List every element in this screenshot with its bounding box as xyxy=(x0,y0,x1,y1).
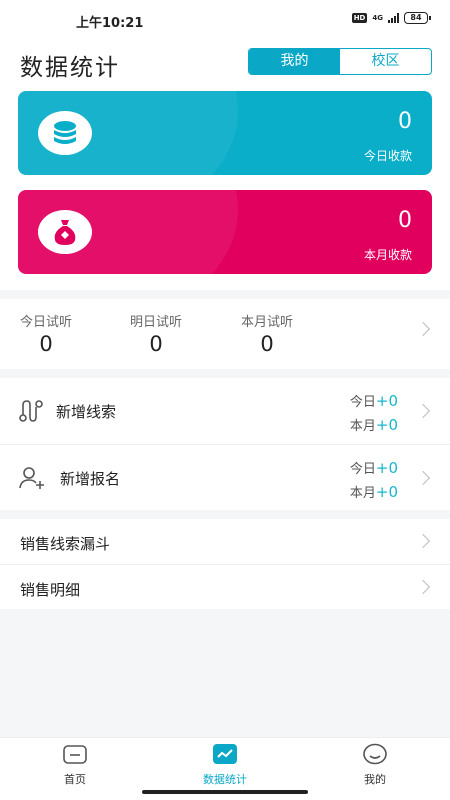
trial-tomorrow-value: 0 xyxy=(149,332,163,356)
new-leads-month-value: +0 xyxy=(375,416,398,434)
new-leads-row[interactable]: 新增线索 今日+0 本月+0 xyxy=(0,378,450,444)
hd-icon: HD xyxy=(351,13,368,23)
new-leads-today: 今日+0 xyxy=(350,391,398,410)
month-label: 本月 xyxy=(349,419,376,434)
trial-today-label: 今日试听 xyxy=(20,315,73,330)
new-enrollment-today-value: +0 xyxy=(375,459,398,477)
status-icons: HD 4G 84 xyxy=(351,12,431,24)
home-indicator xyxy=(142,790,308,794)
add-user-icon xyxy=(18,466,46,494)
sales-menu: 销售线索漏斗 销售明细 xyxy=(0,519,450,609)
coin-stack-icon xyxy=(38,111,92,155)
tab-statistics[interactable]: 数据统计 xyxy=(185,743,265,787)
month-income-amount: 0 xyxy=(398,208,412,233)
month-label: 本月 xyxy=(349,486,376,501)
trial-month-label: 本月试听 xyxy=(241,315,294,330)
top-panel: 上午10:21 HD 4G 84 数据统计 我的 校区 0 今日收款 0 本月收… xyxy=(0,0,450,290)
today-income-label: 今日收款 xyxy=(363,149,412,163)
trial-month: 本月试听 0 xyxy=(241,311,293,356)
menu-sales-detail[interactable]: 销售明细 xyxy=(0,564,450,609)
tab-home[interactable]: 首页 xyxy=(35,743,115,787)
status-bar: 上午10:21 HD 4G 84 xyxy=(0,0,450,40)
trial-stats[interactable]: 今日试听 0 明日试听 0 本月试听 0 xyxy=(0,299,450,369)
trial-tomorrow-label: 明日试听 xyxy=(130,315,183,330)
chevron-right-icon xyxy=(415,403,431,419)
page-title: 数据统计 xyxy=(20,55,120,81)
chevron-right-icon xyxy=(415,579,431,595)
trial-today: 今日试听 0 xyxy=(20,311,72,356)
trial-month-value: 0 xyxy=(260,332,274,356)
tab-statistics-label: 数据统计 xyxy=(203,773,247,786)
tab-mine-label: 我的 xyxy=(364,773,386,786)
network-icon: 4G xyxy=(372,13,383,22)
lead-stats: 新增线索 今日+0 本月+0 新增报名 今日+0 本月+0 xyxy=(0,378,450,510)
status-time: 上午10:21 xyxy=(76,16,144,31)
tab-home-label: 首页 xyxy=(64,773,86,786)
chevron-right-icon xyxy=(415,533,431,549)
new-enrollment-label: 新增报名 xyxy=(60,470,121,488)
today-label: 今日 xyxy=(349,462,376,477)
new-leads-label: 新增线索 xyxy=(56,403,117,421)
chart-icon xyxy=(213,744,237,764)
menu-sales-detail-label: 销售明细 xyxy=(20,581,81,599)
scope-switch: 我的 校区 xyxy=(248,48,432,75)
new-leads-month: 本月+0 xyxy=(350,415,398,434)
tab-mine[interactable]: 我的 xyxy=(249,49,340,74)
menu-sales-funnel[interactable]: 销售线索漏斗 xyxy=(0,519,450,564)
chevron-right-icon xyxy=(415,470,431,486)
trial-tomorrow: 明日试听 0 xyxy=(130,311,182,356)
today-income-card[interactable]: 0 今日收款 xyxy=(18,91,432,175)
smile-icon xyxy=(363,743,387,765)
today-income-amount: 0 xyxy=(398,109,412,134)
new-enrollment-month: 本月+0 xyxy=(350,482,398,501)
today-label: 今日 xyxy=(349,395,376,410)
new-enrollment-row[interactable]: 新增报名 今日+0 本月+0 xyxy=(0,444,450,510)
month-income-label: 本月收款 xyxy=(363,248,412,262)
money-bag-icon xyxy=(38,210,92,254)
menu-sales-funnel-label: 销售线索漏斗 xyxy=(20,535,111,553)
home-icon xyxy=(63,745,87,764)
tab-campus[interactable]: 校区 xyxy=(340,49,431,74)
chevron-right-icon xyxy=(415,321,431,337)
new-enrollment-today: 今日+0 xyxy=(350,458,398,477)
month-income-card[interactable]: 0 本月收款 xyxy=(18,190,432,274)
new-enrollment-month-value: +0 xyxy=(375,483,398,501)
battery-icon: 84 xyxy=(404,12,431,24)
trial-today-value: 0 xyxy=(39,332,53,356)
tab-mine-bottom[interactable]: 我的 xyxy=(335,743,415,787)
signal-icon xyxy=(388,13,399,23)
new-leads-today-value: +0 xyxy=(375,392,398,410)
route-icon xyxy=(18,399,44,427)
